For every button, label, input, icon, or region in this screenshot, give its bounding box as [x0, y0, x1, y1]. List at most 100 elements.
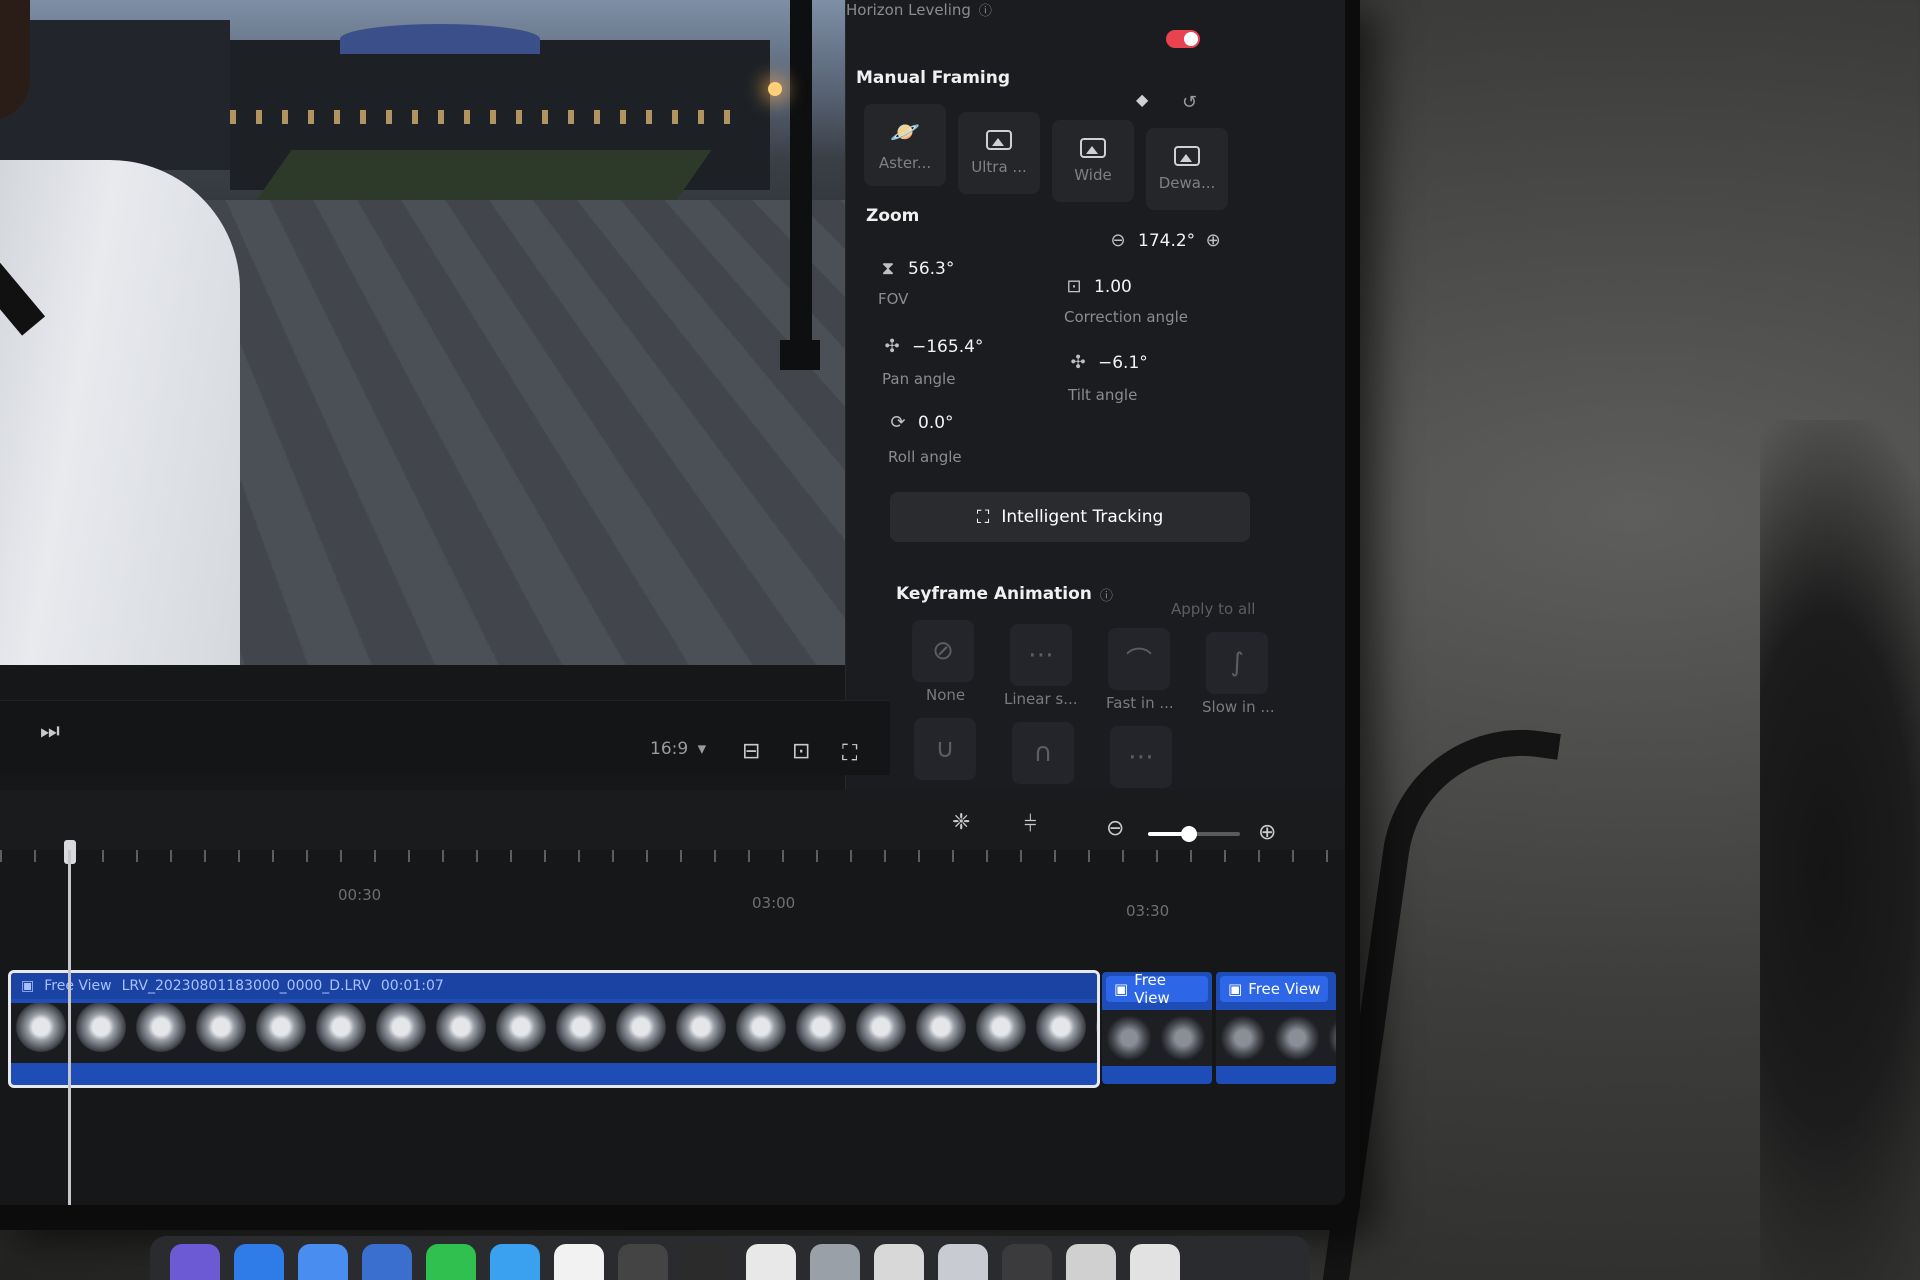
free-view-label: Free View	[1248, 980, 1320, 998]
free-view-icon: ▣	[1228, 980, 1242, 998]
zoom-value[interactable]: 174.2°	[1138, 231, 1195, 251]
clip-thumbnails	[11, 1003, 1097, 1063]
curve-fast-out-button[interactable]: ∪	[914, 718, 976, 780]
video-clip-main[interactable]: ▣ Free View LRV_20230801183000_0000_D.LR…	[8, 970, 1100, 1088]
zoom-row: Zoom	[866, 206, 919, 226]
skip-end-icon[interactable]: ⏭	[40, 719, 60, 744]
pan-value[interactable]: −165.4°	[912, 337, 983, 357]
dock-app-icon[interactable]	[490, 1244, 540, 1280]
curve-slow-in-button[interactable]: ∫	[1206, 632, 1268, 694]
dock-app-icon[interactable]	[746, 1244, 796, 1280]
curve-linear-2-button[interactable]: ⋯	[1110, 726, 1172, 788]
dock-app-icon[interactable]	[1002, 1244, 1052, 1280]
aspect-ratio-value: 16:9	[650, 739, 688, 759]
pan-label: Pan angle	[882, 370, 955, 388]
mode-ultra-wide-button[interactable]: Ultra ...	[958, 112, 1040, 194]
lamp-pole-base	[780, 340, 820, 370]
curve-label: None	[926, 686, 965, 704]
player-controls: ⏭ 16:9 ▾ ⊟ ⊡ ⛶	[0, 700, 890, 775]
planet-icon: 🪐	[890, 118, 920, 146]
dock-app-icon[interactable]	[618, 1244, 668, 1280]
roll-row: ⟳ 0.0°	[888, 412, 954, 433]
video-clip-free-view[interactable]: ▣ Free View	[1102, 972, 1212, 1084]
intelligent-tracking-button[interactable]: ⛶ Intelligent Tracking	[890, 492, 1250, 542]
pan-row: ✣ −165.4°	[882, 336, 983, 357]
monitor: Horizon Leveling ⓘ Manual Framing ◆ ↺ 🪐 …	[0, 0, 1360, 1230]
dock-app-icon[interactable]	[426, 1244, 476, 1280]
clip-filename: LRV_20230801183000_0000_D.LRV	[122, 978, 371, 994]
dock-app-icon[interactable]	[234, 1244, 284, 1280]
building	[0, 20, 230, 170]
timeline-zoom-out-icon[interactable]: ⊖	[1106, 816, 1124, 841]
dock-app-icon[interactable]	[938, 1244, 988, 1280]
clip-thumbnails	[1216, 1010, 1336, 1066]
keyframe-diamond-icon[interactable]: ◆	[1136, 90, 1148, 109]
video-clip-free-view[interactable]: ▣ Free View	[1216, 972, 1336, 1084]
building-roof	[340, 24, 540, 54]
dock-app-icon[interactable]	[298, 1244, 348, 1280]
horizon-label: Horizon Leveling	[846, 1, 971, 19]
timeline-zoom-handle[interactable]	[1181, 826, 1197, 842]
background-shadow	[1760, 420, 1920, 1280]
free-view-badge: ▣ Free View	[1106, 976, 1208, 1002]
mode-wide-button[interactable]: Wide	[1052, 120, 1134, 202]
image-icon	[1174, 146, 1200, 166]
zoom-label: Zoom	[866, 206, 919, 226]
linear-curve-icon: ⋯	[1128, 742, 1154, 772]
fast-in-curve-icon: ⌒	[1126, 641, 1152, 678]
split-icon[interactable]: ⫩	[1024, 812, 1037, 837]
fullscreen-icon[interactable]: ⛶	[842, 741, 857, 766]
curve-label: Linear s...	[1004, 690, 1078, 708]
dock-app-icon[interactable]	[810, 1244, 860, 1280]
help-icon[interactable]: ⓘ	[1100, 585, 1113, 604]
zoom-out-icon[interactable]: ⊖	[1108, 230, 1128, 251]
dock-app-icon[interactable]	[682, 1244, 732, 1280]
manual-framing-row: Manual Framing	[856, 68, 1010, 88]
clip-title: Free View	[44, 978, 111, 994]
mode-asteroid-button[interactable]: 🪐 Aster...	[864, 104, 946, 186]
keyframe-row: Keyframe Animation ⓘ	[896, 584, 1113, 604]
fov-label: FOV	[878, 290, 908, 308]
zoom-value-row: ⊖ 174.2° ⊕	[1108, 230, 1223, 251]
fit-frame-icon[interactable]: ⊟	[742, 739, 760, 764]
help-icon[interactable]: ⓘ	[979, 0, 992, 19]
aspect-ratio-dropdown[interactable]: 16:9 ▾	[650, 739, 706, 759]
keyframe-label: Keyframe Animation	[896, 584, 1092, 604]
timeline-zoom-slider[interactable]	[1148, 832, 1240, 836]
linear-curve-icon: ⋯	[1028, 640, 1054, 670]
slow-in-curve-icon: ∫	[1230, 648, 1244, 678]
fov-icon: ⧗	[878, 258, 898, 279]
curve-label: Slow in ...	[1202, 698, 1275, 716]
playhead[interactable]	[64, 840, 74, 1205]
dock-app-icon[interactable]	[874, 1244, 924, 1280]
clip-header: ▣ Free View LRV_20230801183000_0000_D.LR…	[11, 973, 1097, 999]
person	[0, 160, 240, 665]
mode-dewarp-button[interactable]: Dewa...	[1146, 128, 1228, 210]
curve-none-button[interactable]: ⊘	[912, 620, 974, 682]
timeline-ruler[interactable]: 00:30 03:00 03:30	[0, 850, 1345, 940]
screen: Horizon Leveling ⓘ Manual Framing ◆ ↺ 🪐 …	[0, 0, 1345, 1205]
timeline-toolbar: ❈ ⫩ ⊖ ⊕	[0, 790, 1345, 850]
dock	[150, 1236, 1310, 1280]
playhead-line	[68, 850, 71, 1205]
curve-fast-in-button[interactable]: ⌒	[1108, 628, 1170, 690]
trash-icon[interactable]	[1130, 1244, 1180, 1280]
dock-app-icon[interactable]	[554, 1244, 604, 1280]
dock-app-icon[interactable]	[1066, 1244, 1116, 1280]
horizon-toggle[interactable]	[1166, 30, 1200, 48]
roll-icon: ⟳	[888, 412, 908, 433]
apply-to-all-button[interactable]: Apply to all	[1171, 600, 1255, 618]
reset-icon[interactable]: ↺	[1182, 92, 1197, 113]
curve-linear-button[interactable]: ⋯	[1010, 624, 1072, 686]
dock-app-icon[interactable]	[170, 1244, 220, 1280]
tilt-value[interactable]: −6.1°	[1098, 353, 1148, 373]
dock-app-icon[interactable]	[362, 1244, 412, 1280]
snapshot-icon[interactable]: ⊡	[792, 739, 810, 764]
keyframe-add-icon[interactable]: ❈	[952, 810, 970, 835]
correction-value[interactable]: 1.00	[1094, 277, 1132, 297]
roll-value[interactable]: 0.0°	[918, 413, 954, 433]
timeline-zoom-in-icon[interactable]: ⊕	[1258, 820, 1276, 845]
curve-slow-out-button[interactable]: ∩	[1012, 722, 1074, 784]
zoom-in-icon[interactable]: ⊕	[1203, 230, 1223, 251]
fov-value[interactable]: 56.3°	[908, 259, 954, 279]
